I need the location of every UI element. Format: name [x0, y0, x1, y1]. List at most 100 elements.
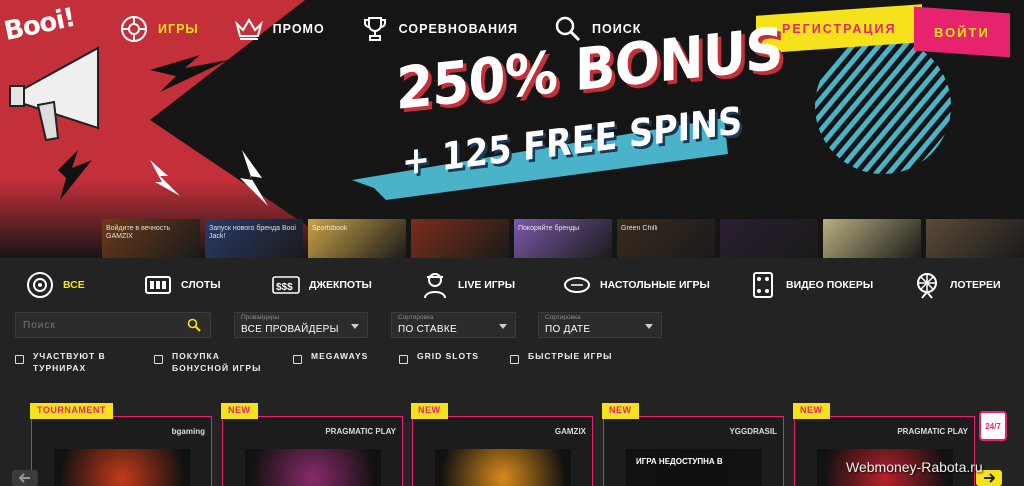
- register-label: РЕГИСТРАЦИЯ: [781, 22, 897, 36]
- video-poker-icon: [748, 270, 778, 300]
- thumbnail-title: Покоряйте бренды: [518, 225, 580, 232]
- nav-label: ИГРЫ: [158, 22, 199, 36]
- support-chat-button[interactable]: 24/7: [979, 411, 1007, 441]
- checkbox-label: УЧАСТВУЮТ В ТУРНИРАХ: [33, 351, 106, 373]
- game-thumbnail[interactable]: [54, 449, 190, 486]
- checkbox-box[interactable]: [399, 355, 408, 364]
- lottery-wheel-icon: [912, 270, 942, 300]
- providers-caption: Провайдеры: [241, 314, 280, 321]
- trophy-icon: [359, 13, 391, 45]
- providers-select[interactable]: Провайдеры ВСЕ ПРОВАЙДЕРЫ: [234, 312, 368, 338]
- sort-value: ПО ДАТЕ: [545, 324, 591, 335]
- promo-thumbnail[interactable]: [926, 219, 1024, 258]
- game-card[interactable]: NEW GAMZIX: [411, 403, 593, 486]
- all-games-icon: [25, 270, 55, 300]
- category-video-poker[interactable]: ВИДЕО ПОКЕРЫ: [748, 268, 873, 302]
- roulette-chip-icon: [118, 13, 150, 45]
- category-jackpots[interactable]: $$$ ДЖЕКПОТЫ: [271, 268, 372, 302]
- game-thumbnail[interactable]: [245, 449, 381, 486]
- thumbnail-title: Green Chilli: [621, 225, 658, 232]
- checkbox-box[interactable]: [293, 355, 302, 364]
- login-button[interactable]: ВОЙТИ: [914, 6, 1010, 58]
- game-badge: NEW: [411, 403, 448, 419]
- svg-text:$$$: $$$: [276, 282, 293, 293]
- checkbox-box[interactable]: [154, 355, 163, 364]
- chevron-down-icon: [499, 324, 507, 329]
- jackpot-icon: $$$: [271, 270, 301, 300]
- nav-item-promo[interactable]: ПРОМО: [233, 13, 325, 45]
- nav-item-competitions[interactable]: СОРЕВНОВАНИЯ: [359, 13, 518, 45]
- promo-thumbnail[interactable]: Green Chilli: [617, 219, 715, 258]
- provider-logo: PRAGMATIC PLAY: [325, 427, 396, 436]
- game-card[interactable]: NEW PRAGMATIC PLAY: [793, 403, 975, 486]
- category-label: ВИДЕО ПОКЕРЫ: [786, 279, 874, 291]
- checkbox-tournaments[interactable]: УЧАСТВУЮТ В ТУРНИРАХ: [15, 350, 123, 374]
- category-label: ЛОТЕРЕИ: [950, 279, 1001, 291]
- category-label: ДЖЕКПОТЫ: [309, 279, 372, 291]
- chevron-down-icon: [645, 324, 653, 329]
- game-badge: NEW: [602, 403, 639, 419]
- support-label: 24/7: [985, 421, 1001, 431]
- checkbox-grid-slots[interactable]: GRID SLOTS: [399, 350, 479, 364]
- category-live[interactable]: LIVE ИГРЫ: [420, 268, 515, 302]
- game-card[interactable]: NEW PRAGMATIC PLAY: [221, 403, 403, 486]
- category-slots[interactable]: СЛОТЫ: [143, 268, 221, 302]
- category-lottery[interactable]: ЛОТЕРЕИ: [912, 268, 1001, 302]
- game-card[interactable]: TOURNAMENT bgaming: [30, 403, 212, 486]
- provider-logo: PRAGMATIC PLAY: [897, 427, 968, 436]
- game-card[interactable]: NEW YGGDRASIL ИГРА НЕДОСТУПНА В: [602, 403, 784, 486]
- category-label: LIVE ИГРЫ: [458, 279, 516, 291]
- sort-value: ПО СТАВКЕ: [398, 324, 457, 335]
- game-badge: TOURNAMENT: [30, 403, 113, 419]
- checkbox-bonus-buy[interactable]: ПОКУПКА БОНУСНОЙ ИГРЫ: [154, 350, 272, 374]
- checkbox-fast-games[interactable]: БЫСТРЫЕ ИГРЫ: [510, 350, 613, 364]
- nav-label: СОРЕВНОВАНИЯ: [398, 22, 518, 36]
- sort-caption: Сортировка: [545, 314, 581, 321]
- thumbnail-title: Sportsbook: [312, 225, 348, 232]
- game-badge: NEW: [793, 403, 830, 419]
- game-search-box[interactable]: [15, 312, 211, 338]
- category-label: ВСЕ: [63, 279, 85, 291]
- page: Booi! ИГРЫ ПРОМО СОРЕВНОВАНИЯ ПОИСК РЕГИ…: [0, 0, 1024, 486]
- promo-thumbnail[interactable]: [411, 219, 509, 258]
- sort-bet-select[interactable]: Сортировка ПО СТАВКЕ: [391, 312, 516, 338]
- checkbox-box[interactable]: [15, 355, 24, 364]
- search-input[interactable]: [16, 319, 184, 331]
- sort-date-select[interactable]: Сортировка ПО ДАТЕ: [538, 312, 662, 338]
- filter-checkboxes: УЧАСТВУЮТ В ТУРНИРАХ ПОКУПКА БОНУСНОЙ ИГ…: [0, 350, 1024, 380]
- game-thumbnail[interactable]: ИГРА НЕДОСТУПНА В: [626, 449, 762, 486]
- provider-logo: bgaming: [171, 427, 205, 436]
- crown-icon: [233, 13, 265, 45]
- promo-thumbnail[interactable]: Запуск нового бренда Booi Jack!: [205, 219, 303, 258]
- watermark-text: Webmoney-Rabota.ru: [846, 459, 983, 475]
- promo-thumbnails: Войдите в вечность GAMZIX Запуск нового б…: [102, 219, 1024, 258]
- chevron-down-icon: [351, 324, 359, 329]
- game-categories: ВСЕ СЛОТЫ $$$ ДЖЕКПОТЫ LIVE ИГРЫ НАСТОЛЬ…: [0, 268, 1024, 302]
- carousel-prev-button[interactable]: [12, 470, 38, 486]
- game-thumbnail[interactable]: [435, 449, 571, 486]
- providers-value: ВСЕ ПРОВАЙДЕРЫ: [241, 324, 339, 335]
- promo-thumbnail[interactable]: Войдите в вечность GAMZIX: [102, 219, 200, 258]
- category-table[interactable]: НАСТОЛЬНЫЕ ИГРЫ: [562, 268, 710, 302]
- promo-thumbnail[interactable]: [720, 219, 818, 258]
- promo-thumbnail[interactable]: [823, 219, 921, 258]
- thumbnail-title: Запуск нового бренда Booi Jack!: [209, 225, 296, 240]
- thumbnail-title: Войдите в вечность GAMZIX: [106, 225, 171, 240]
- search-icon[interactable]: [184, 315, 204, 335]
- checkbox-box[interactable]: [510, 355, 519, 364]
- checkbox-megaways[interactable]: MEGAWAYS: [293, 350, 368, 364]
- checkbox-label: MEGAWAYS: [311, 351, 369, 361]
- checkbox-label: ПОКУПКА БОНУСНОЙ ИГРЫ: [172, 351, 262, 373]
- hero-banner[interactable]: Booi! ИГРЫ ПРОМО СОРЕВНОВАНИЯ ПОИСК РЕГИ…: [0, 0, 1024, 258]
- table-games-icon: [562, 270, 592, 300]
- checkbox-label: GRID SLOTS: [417, 351, 479, 361]
- category-label: СЛОТЫ: [181, 279, 221, 291]
- sort-caption: Сортировка: [398, 314, 434, 321]
- provider-logo: YGGDRASIL: [729, 427, 777, 436]
- promo-thumbnail[interactable]: Sportsbook: [308, 219, 406, 258]
- nav-item-games[interactable]: ИГРЫ: [118, 13, 199, 45]
- provider-logo: GAMZIX: [554, 427, 586, 436]
- brand-logo[interactable]: Booi!: [1, 3, 80, 86]
- promo-thumbnail[interactable]: Покоряйте бренды: [514, 219, 612, 258]
- category-all[interactable]: ВСЕ: [25, 268, 85, 302]
